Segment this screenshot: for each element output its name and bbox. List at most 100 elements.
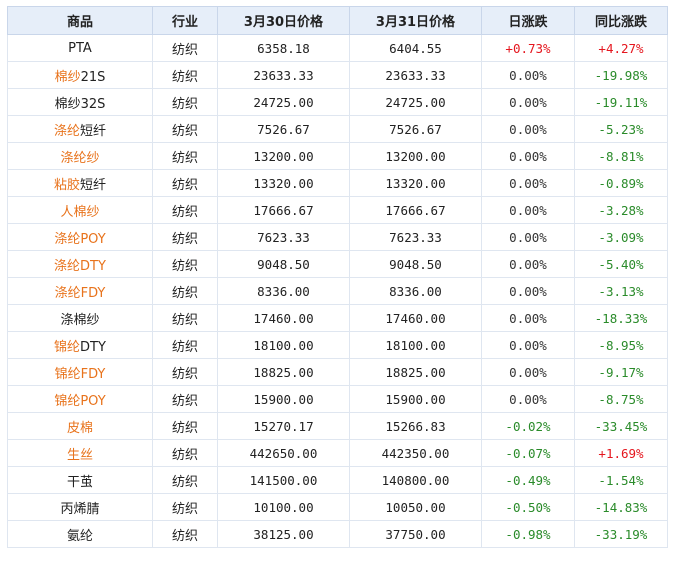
- table-row: 锦纶FDY 纺织 18825.00 18825.00 0.00% -9.17%: [7, 358, 668, 386]
- commodity-link[interactable]: 涤纶FDY: [55, 286, 106, 301]
- price-mar31-cell: 23633.33: [349, 61, 482, 89]
- commodity-name: 干茧: [66, 474, 93, 490]
- commodity-link[interactable]: 涤纶纱: [60, 151, 99, 166]
- yoy-change-cell: -8.75%: [574, 385, 668, 413]
- commodity-cell: 涤棉纱: [7, 304, 153, 332]
- daily-change-cell: -0.02%: [481, 412, 575, 440]
- daily-change-cell: 0.00%: [481, 169, 575, 197]
- yoy-change-cell: -19.98%: [574, 61, 668, 89]
- commodity-link[interactable]: 棉纱: [55, 70, 81, 85]
- price-mar31-cell: 18100.00: [349, 331, 482, 359]
- price-table: 商品 行业 3月30日价格 3月31日价格 日涨跌 同比涨跌 PTA 纺织 6358…: [7, 6, 668, 548]
- price-mar30-cell: 8336.00: [217, 277, 350, 305]
- yoy-change-cell: -18.33%: [574, 304, 668, 332]
- table-row: 涤纶DTY 纺织 9048.50 9048.50 0.00% -5.40%: [7, 250, 668, 278]
- daily-change-cell: 0.00%: [481, 115, 575, 143]
- daily-change-cell: 0.00%: [481, 61, 575, 89]
- price-mar30-cell: 17460.00: [217, 304, 350, 332]
- price-mar31-cell: 13320.00: [349, 169, 482, 197]
- commodity-link[interactable]: 涤纶: [54, 124, 80, 139]
- yoy-change-cell: -33.45%: [574, 412, 668, 440]
- commodity-name: DTY: [80, 339, 106, 355]
- header-price-mar31: 3月31日价格: [349, 6, 482, 35]
- yoy-change-cell: -33.19%: [574, 520, 668, 548]
- yoy-change-cell: +4.27%: [574, 34, 668, 62]
- price-mar30-cell: 10100.00: [217, 493, 350, 521]
- header-yoy-change: 同比涨跌: [574, 6, 668, 35]
- price-mar30-cell: 17666.67: [217, 196, 350, 224]
- header-price-mar30: 3月30日价格: [217, 6, 350, 35]
- yoy-change-cell: -3.28%: [574, 196, 668, 224]
- price-mar30-cell: 24725.00: [217, 88, 350, 116]
- price-mar30-cell: 442650.00: [217, 439, 350, 467]
- yoy-change-cell: -3.09%: [574, 223, 668, 251]
- table-row: 涤纶FDY 纺织 8336.00 8336.00 0.00% -3.13%: [7, 277, 668, 305]
- commodity-link[interactable]: 人棉纱: [60, 205, 99, 220]
- price-mar31-cell: 15266.83: [349, 412, 482, 440]
- table-row: 棉纱32S 纺织 24725.00 24725.00 0.00% -19.11%: [7, 88, 668, 116]
- price-mar30-cell: 18825.00: [217, 358, 350, 386]
- price-mar31-cell: 13200.00: [349, 142, 482, 170]
- yoy-change-cell: -8.95%: [574, 331, 668, 359]
- commodity-link[interactable]: 涤纶POY: [54, 232, 105, 247]
- commodity-link[interactable]: 锦纶: [54, 340, 80, 355]
- industry-cell: 纺织: [152, 520, 218, 548]
- commodity-cell: 涤纶短纤: [7, 115, 153, 143]
- commodity-name: 涤棉纱: [60, 312, 100, 328]
- price-mar30-cell: 18100.00: [217, 331, 350, 359]
- commodity-cell: 涤纶POY: [7, 223, 153, 251]
- commodity-name: 丙烯腈: [60, 501, 100, 517]
- commodity-name: 短纤: [80, 123, 107, 139]
- table-row: 涤棉纱 纺织 17460.00 17460.00 0.00% -18.33%: [7, 304, 668, 332]
- industry-cell: 纺织: [152, 466, 218, 494]
- commodity-cell: 锦纶DTY: [7, 331, 153, 359]
- commodity-name: 21S: [80, 69, 106, 85]
- commodity-cell: 涤纶纱: [7, 142, 153, 170]
- header-row: 商品 行业 3月30日价格 3月31日价格 日涨跌 同比涨跌: [7, 6, 668, 35]
- table-row: PTA 纺织 6358.18 6404.55 +0.73% +4.27%: [7, 34, 668, 62]
- price-mar30-cell: 15900.00: [217, 385, 350, 413]
- commodity-cell: 涤纶DTY: [7, 250, 153, 278]
- price-mar31-cell: 9048.50: [349, 250, 482, 278]
- price-mar31-cell: 7623.33: [349, 223, 482, 251]
- price-mar31-cell: 442350.00: [349, 439, 482, 467]
- yoy-change-cell: -8.81%: [574, 142, 668, 170]
- price-mar30-cell: 13320.00: [217, 169, 350, 197]
- commodity-cell: 粘胶短纤: [7, 169, 153, 197]
- industry-cell: 纺织: [152, 115, 218, 143]
- commodity-cell: 皮棉: [7, 412, 153, 440]
- commodity-cell: 棉纱21S: [7, 61, 153, 89]
- price-mar30-cell: 7623.33: [217, 223, 350, 251]
- commodity-cell: 锦纶POY: [7, 385, 153, 413]
- industry-cell: 纺织: [152, 493, 218, 521]
- industry-cell: 纺织: [152, 34, 218, 62]
- price-mar30-cell: 141500.00: [217, 466, 350, 494]
- table-row: 涤纶短纤 纺织 7526.67 7526.67 0.00% -5.23%: [7, 115, 668, 143]
- commodity-link[interactable]: 锦纶POY: [54, 394, 105, 409]
- commodity-name: 氨纶: [66, 528, 93, 544]
- commodity-link[interactable]: 粘胶: [54, 178, 80, 193]
- price-mar31-cell: 10050.00: [349, 493, 482, 521]
- daily-change-cell: -0.98%: [481, 520, 575, 548]
- price-mar31-cell: 18825.00: [349, 358, 482, 386]
- daily-change-cell: 0.00%: [481, 385, 575, 413]
- daily-change-cell: 0.00%: [481, 250, 575, 278]
- commodity-cell: 人棉纱: [7, 196, 153, 224]
- daily-change-cell: -0.50%: [481, 493, 575, 521]
- commodity-link[interactable]: 涤纶DTY: [54, 259, 106, 274]
- daily-change-cell: 0.00%: [481, 223, 575, 251]
- daily-change-cell: 0.00%: [481, 331, 575, 359]
- table-row: 皮棉 纺织 15270.17 15266.83 -0.02% -33.45%: [7, 412, 668, 440]
- table-row: 氨纶 纺织 38125.00 37750.00 -0.98% -33.19%: [7, 520, 668, 548]
- price-mar30-cell: 9048.50: [217, 250, 350, 278]
- daily-change-cell: 0.00%: [481, 142, 575, 170]
- commodity-link[interactable]: 锦纶FDY: [55, 367, 106, 382]
- daily-change-cell: 0.00%: [481, 88, 575, 116]
- yoy-change-cell: -5.40%: [574, 250, 668, 278]
- table-row: 锦纶DTY 纺织 18100.00 18100.00 0.00% -8.95%: [7, 331, 668, 359]
- price-mar31-cell: 17666.67: [349, 196, 482, 224]
- commodity-link[interactable]: 皮棉: [67, 421, 93, 436]
- industry-cell: 纺织: [152, 304, 218, 332]
- commodity-cell: 锦纶FDY: [7, 358, 153, 386]
- commodity-link[interactable]: 生丝: [67, 448, 93, 463]
